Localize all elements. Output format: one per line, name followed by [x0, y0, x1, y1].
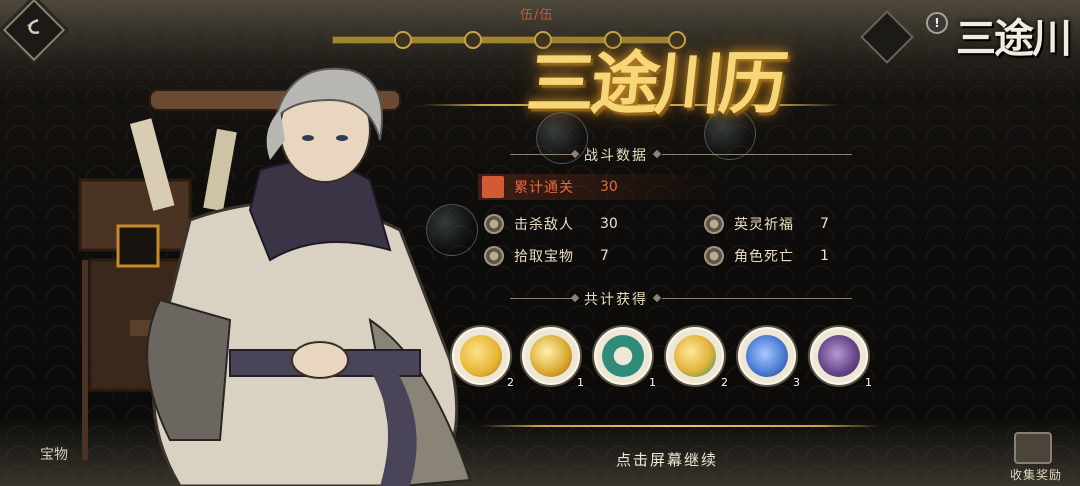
rewards-heading: 共计获得 — [584, 292, 648, 308]
collect-rewards-label[interactable]: 收集奖励 — [1010, 466, 1062, 483]
progress-node — [394, 31, 412, 49]
jade-ring-icon — [602, 335, 644, 377]
coin-icon — [484, 246, 504, 266]
stat-character-deaths: 角色死亡 1 — [704, 245, 829, 267]
scroll-icon — [482, 176, 504, 198]
reward-count: 1 — [649, 376, 656, 389]
treasure-button[interactable]: 宝物 — [40, 444, 68, 464]
stat-value: 7 — [600, 248, 609, 264]
reward-jade-ring[interactable]: 1 — [594, 327, 656, 389]
blue-spirit-icon — [746, 335, 788, 377]
footer-divider — [480, 425, 880, 427]
heading-rule — [510, 298, 572, 299]
stat-enemies-killed: 击杀敌人 30 — [484, 213, 618, 235]
reward-count: 1 — [577, 376, 584, 389]
gold-ingots-icon — [460, 335, 502, 377]
stat-label: 拾取宝物 — [514, 249, 574, 265]
heading-rule — [510, 154, 572, 155]
reward-count: 3 — [793, 376, 800, 389]
stat-label: 击杀敌人 — [514, 217, 574, 233]
tap-to-continue[interactable]: 点击屏幕继续 — [616, 449, 718, 470]
reward-gold-coin-2[interactable]: 2 — [666, 327, 728, 389]
stat-label: 角色死亡 — [734, 249, 794, 265]
stat-stages-cleared: 累计通关 30 — [482, 176, 618, 198]
reward-gold-coin[interactable]: 1 — [522, 327, 584, 389]
heading-rule — [662, 154, 852, 155]
stat-value: 1 — [820, 248, 829, 264]
treasure-chest-icon[interactable] — [1014, 432, 1052, 464]
back-arrow-icon — [27, 18, 40, 34]
coin-icon — [704, 246, 724, 266]
run-summary-title: 三途川历 — [523, 44, 788, 124]
reward-gold-ingots[interactable]: 2 — [452, 327, 514, 389]
stat-treasures-picked: 拾取宝物 7 — [484, 245, 609, 267]
stat-value: 30 — [600, 179, 618, 195]
coin-icon — [704, 214, 724, 234]
coin-icon — [484, 214, 504, 234]
stat-value: 30 — [600, 216, 618, 232]
progress-label: 伍/伍 — [520, 8, 554, 23]
reward-count: 2 — [507, 376, 514, 389]
gold-coin-icon — [674, 335, 716, 377]
reward-purple-charm[interactable]: 1 — [810, 327, 872, 389]
gold-coin-icon — [530, 335, 572, 377]
heading-rule — [662, 298, 852, 299]
location-title: 三途川 — [956, 15, 1072, 62]
stat-label: 累计通关 — [514, 180, 574, 196]
reward-count: 2 — [721, 376, 728, 389]
stat-value: 7 — [820, 216, 829, 232]
reward-count: 1 — [865, 376, 872, 389]
battle-data-heading: 战斗数据 — [584, 148, 648, 164]
purple-charm-icon — [818, 335, 860, 377]
reward-blue-spirit[interactable]: 3 — [738, 327, 800, 389]
stat-spirit-blessings: 英灵祈福 7 — [704, 213, 829, 235]
progress-node — [464, 31, 482, 49]
info-icon[interactable]: ! — [926, 12, 948, 34]
stat-label: 英灵祈福 — [734, 217, 794, 233]
character-illustration — [78, 67, 472, 486]
